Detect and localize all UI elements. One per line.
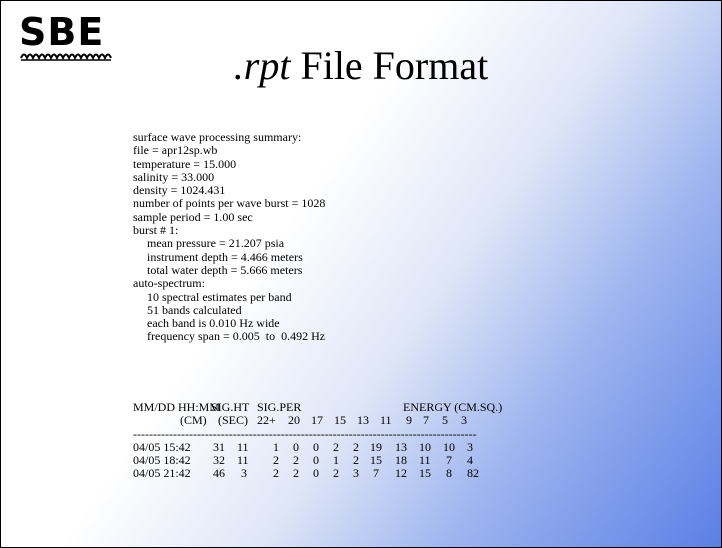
cell-band: 2 [293,466,299,481]
cell-sigper: 11 [237,453,249,468]
cell-band: 2 [273,466,279,481]
cell-band: 2 [353,453,359,468]
table-separator: ----------------------------------------… [133,426,477,441]
cell-band: 12 [395,466,407,481]
cell-band: 3 [353,466,359,481]
cell-band: 2 [273,453,279,468]
spectrum-line: 10 spectral estimates per band [147,289,292,304]
cell-band: 1 [273,439,279,454]
cell-band: 2 [333,439,339,454]
cell-datetime: 04/05 15:42 [133,439,191,454]
band-label: 17 [311,413,323,428]
cell-band: 1 [333,453,339,468]
band-label: 5 [442,413,448,428]
report-line: file = apr12sp.wb [133,143,218,158]
slide: SBE .rpt File Format surface wave proces… [0,0,722,548]
band-label: 7 [423,413,429,428]
report-line: number of points per wave burst = 1028 [133,196,326,211]
cell-band: 2 [333,466,339,481]
table-row: 04/05 18:42 32 11 2 2 0 1 2 15 18 11 7 4 [133,453,477,468]
cell-sigper: 11 [237,439,249,454]
cell-band: 0 [313,453,319,468]
report-line: salinity = 33.000 [133,169,215,184]
cell-band: 10 [443,439,455,454]
table-units-row: (CM) (SEC) 22+ 20 17 15 13 11 9 7 5 3 [133,413,477,428]
band-label: 11 [380,413,392,428]
burst-line: mean pressure = 21.207 psia [147,236,285,251]
report-line: density = 1024.431 [133,183,226,198]
spectrum-header: auto-spectrum: [133,276,205,291]
cell-band: 0 [293,439,299,454]
cell-band: 15 [419,466,431,481]
page-title: .rpt File Format [1,41,721,91]
cell-band: 4 [467,453,473,468]
band-label: 13 [357,413,369,428]
header-sight: SIG.HT [211,400,250,414]
title-extension: .rpt [233,43,291,88]
report-line: burst # 1: [133,223,179,238]
cell-band: 3 [467,439,473,454]
cell-band: 2 [353,439,359,454]
header-energy: ENERGY (CM.SQ.) [403,400,503,414]
cell-band: 13 [395,439,407,454]
cell-band: 7 [373,466,379,481]
header-datetime: MM/DD HH:MM [133,400,221,414]
cell-sight: 46 [213,466,225,481]
cell-sight: 32 [213,453,225,468]
cell-band: 11 [419,453,431,468]
units-cm: (CM) [180,413,207,428]
cell-band: 15 [370,453,382,468]
table-row: 04/05 15:42 31 11 1 0 0 2 2 19 13 10 10 … [133,439,477,454]
cell-band: 18 [395,453,407,468]
band-label: 3 [461,413,467,428]
band-label: 9 [406,413,412,428]
cell-band: 8 [446,466,452,481]
report-line: surface wave processing summary: [133,130,302,144]
cell-band: 10 [419,439,431,454]
cell-sight: 31 [213,439,225,454]
spectrum-line: each band is 0.010 Hz wide [147,316,280,331]
band-label: 15 [334,413,346,428]
band-label: 22+ [257,413,276,428]
header-sigper: SIG.PER [257,400,302,414]
cell-band: 82 [467,466,479,481]
cell-sigper: 3 [241,466,247,481]
burst-line: total water depth = 5.666 meters [147,262,303,277]
report-summary: surface wave processing summary: file = … [133,130,693,344]
report-line: temperature = 15.000 [133,156,237,171]
wave-table: MM/DD HH:MM SIG.HT SIG.PER ENERGY (CM.SQ… [133,400,502,481]
report-line: sample period = 1.00 sec [133,209,253,224]
cell-datetime: 04/05 21:42 [133,466,191,481]
cell-datetime: 04/05 18:42 [133,453,191,468]
cell-band: 2 [293,453,299,468]
cell-band: 0 [313,466,319,481]
title-text: File Format [290,43,489,88]
cell-band: 19 [370,439,382,454]
burst-line: instrument depth = 4.466 meters [147,249,303,264]
table-row: 04/05 21:42 46 3 2 2 0 2 3 7 12 15 8 82 [133,466,479,481]
band-label: 20 [288,413,300,428]
cell-band: 0 [313,439,319,454]
spectrum-line: frequency span = 0.005 to 0.492 Hz [147,329,326,344]
units-sec: (SEC) [218,413,248,428]
cell-band: 7 [446,453,452,468]
table-header-row: MM/DD HH:MM SIG.HT SIG.PER ENERGY (CM.SQ… [133,400,502,414]
spectrum-line: 51 bands calculated [147,302,242,317]
